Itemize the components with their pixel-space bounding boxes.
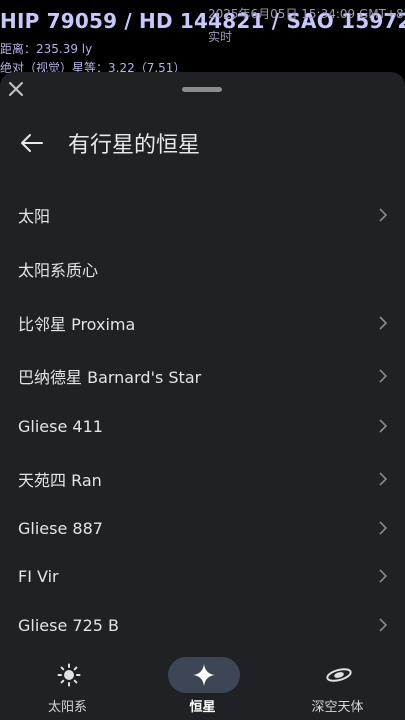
list-item-ran[interactable]: 天苑四 Ran (0, 457, 405, 501)
app-root: HIP 79059 / HD 144821 / SAO 159728 距离：23… (0, 0, 405, 720)
chevron-right-icon (379, 419, 388, 433)
nav-label: 深空天体 (311, 700, 364, 715)
galaxy-icon (326, 668, 352, 682)
time-mode-label[interactable]: 实时 (208, 28, 232, 45)
close-icon (9, 82, 23, 96)
list-item-label: 比邻星 Proxima (18, 315, 136, 334)
list-item-label: Gliese 725 B (18, 615, 119, 635)
list-item-gliese-411[interactable]: Gliese 411 (0, 404, 405, 448)
nav-label: 太阳系 (47, 700, 87, 715)
nav-icon-container (168, 657, 240, 693)
list-item-label: 太阳 (18, 207, 51, 226)
star-sparkle-icon (193, 664, 215, 686)
chevron-right-icon (379, 316, 388, 330)
list-item-label: 太阳系质心 (18, 261, 99, 280)
list-item-label: 巴纳德星 Barnard's Star (18, 368, 202, 387)
list-item-label: FI Vir (18, 566, 59, 586)
list-item-gliese-725b[interactable]: Gliese 725 B (0, 603, 405, 647)
list-item-proxima[interactable]: 比邻星 Proxima (0, 301, 405, 345)
nav-label: 恒星 (189, 700, 216, 715)
nav-deep-sky[interactable]: 深空天体 (270, 648, 405, 720)
list-item-label: Gliese 887 (18, 518, 103, 538)
list-item-barycenter[interactable]: 太阳系质心 (0, 247, 405, 291)
chevron-right-icon (379, 208, 388, 222)
nav-stars[interactable]: 恒星 (135, 648, 270, 720)
nav-icon-container (33, 657, 105, 693)
stars-with-planets-sheet: 有行星的恒星 太阳 太阳系质心 比邻星 Proxima 巴纳德星 Barnard… (0, 72, 405, 648)
list-item-fi-vir[interactable]: FI Vir (0, 554, 405, 598)
list-item-label: 天苑四 Ran (18, 471, 102, 490)
nav-icon-container (303, 657, 375, 693)
list-item-sun[interactable]: 太阳 (0, 193, 405, 237)
sheet-title: 有行星的恒星 (68, 133, 201, 158)
close-button[interactable] (5, 78, 27, 100)
list-item-barnards-star[interactable]: 巴纳德星 Barnard's Star (0, 354, 405, 398)
selected-star-distance: 距离：235.39 ly (0, 42, 93, 56)
back-button[interactable] (18, 130, 46, 156)
list-item-label: Gliese 411 (18, 416, 103, 436)
time-display[interactable]: 2025年6月05日 15:34:09 GMT+8 (208, 7, 404, 21)
chevron-right-icon (379, 369, 388, 383)
back-arrow-icon (21, 134, 43, 152)
chevron-right-icon (379, 569, 388, 583)
drag-handle[interactable] (182, 87, 222, 92)
chevron-right-icon (379, 521, 388, 535)
list-item-gliese-887[interactable]: Gliese 887 (0, 506, 405, 550)
bottom-navigation: 太阳系 恒星 深空天体 (0, 648, 405, 720)
chevron-right-icon (379, 618, 388, 632)
nav-solar-system[interactable]: 太阳系 (0, 648, 135, 720)
chevron-right-icon (379, 472, 388, 486)
sun-icon (57, 663, 81, 687)
